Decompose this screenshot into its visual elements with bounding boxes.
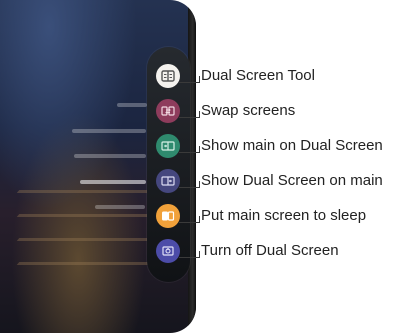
callout-leader-line <box>179 216 200 223</box>
swap-screens-button[interactable] <box>156 99 180 123</box>
turn-off-dual-button[interactable] <box>156 239 180 263</box>
sleep-main-screen-button[interactable] <box>156 204 180 228</box>
callout-leader-line <box>179 181 200 188</box>
dual-screen-tool-icon <box>161 70 175 82</box>
callout-leader-line <box>179 251 200 258</box>
callout-leader-line <box>179 146 200 153</box>
callout-show-dual-on-main: Show Dual Screen on main <box>201 172 383 189</box>
blurred-menu-line <box>72 129 146 133</box>
show-dual-on-main-button[interactable] <box>156 169 180 193</box>
callout-swap-screens: Swap screens <box>201 102 296 119</box>
callout-leader-line <box>179 111 200 118</box>
callout-show-main-on-dual: Show main on Dual Screen <box>201 137 383 154</box>
blurred-menu-line <box>117 103 147 107</box>
blurred-menu-line <box>74 154 146 158</box>
dual-screen-tool-button[interactable] <box>156 64 180 88</box>
swap-screens-icon <box>161 106 175 116</box>
turn-off-dual-icon <box>162 246 174 256</box>
show-dual-on-main-icon <box>161 176 175 186</box>
show-main-on-dual-icon <box>161 141 175 151</box>
blurred-menu-line <box>95 205 145 209</box>
callout-sleep-main-screen: Put main screen to sleep <box>201 207 367 224</box>
show-main-on-dual-button[interactable] <box>156 134 180 158</box>
sleep-main-screen-icon <box>162 211 175 221</box>
callout-turn-off-dual: Turn off Dual Screen <box>201 242 339 259</box>
callout-leader-line <box>179 76 200 83</box>
blurred-menu-line <box>80 180 146 184</box>
callout-dual-screen-tool: Dual Screen Tool <box>201 67 315 84</box>
